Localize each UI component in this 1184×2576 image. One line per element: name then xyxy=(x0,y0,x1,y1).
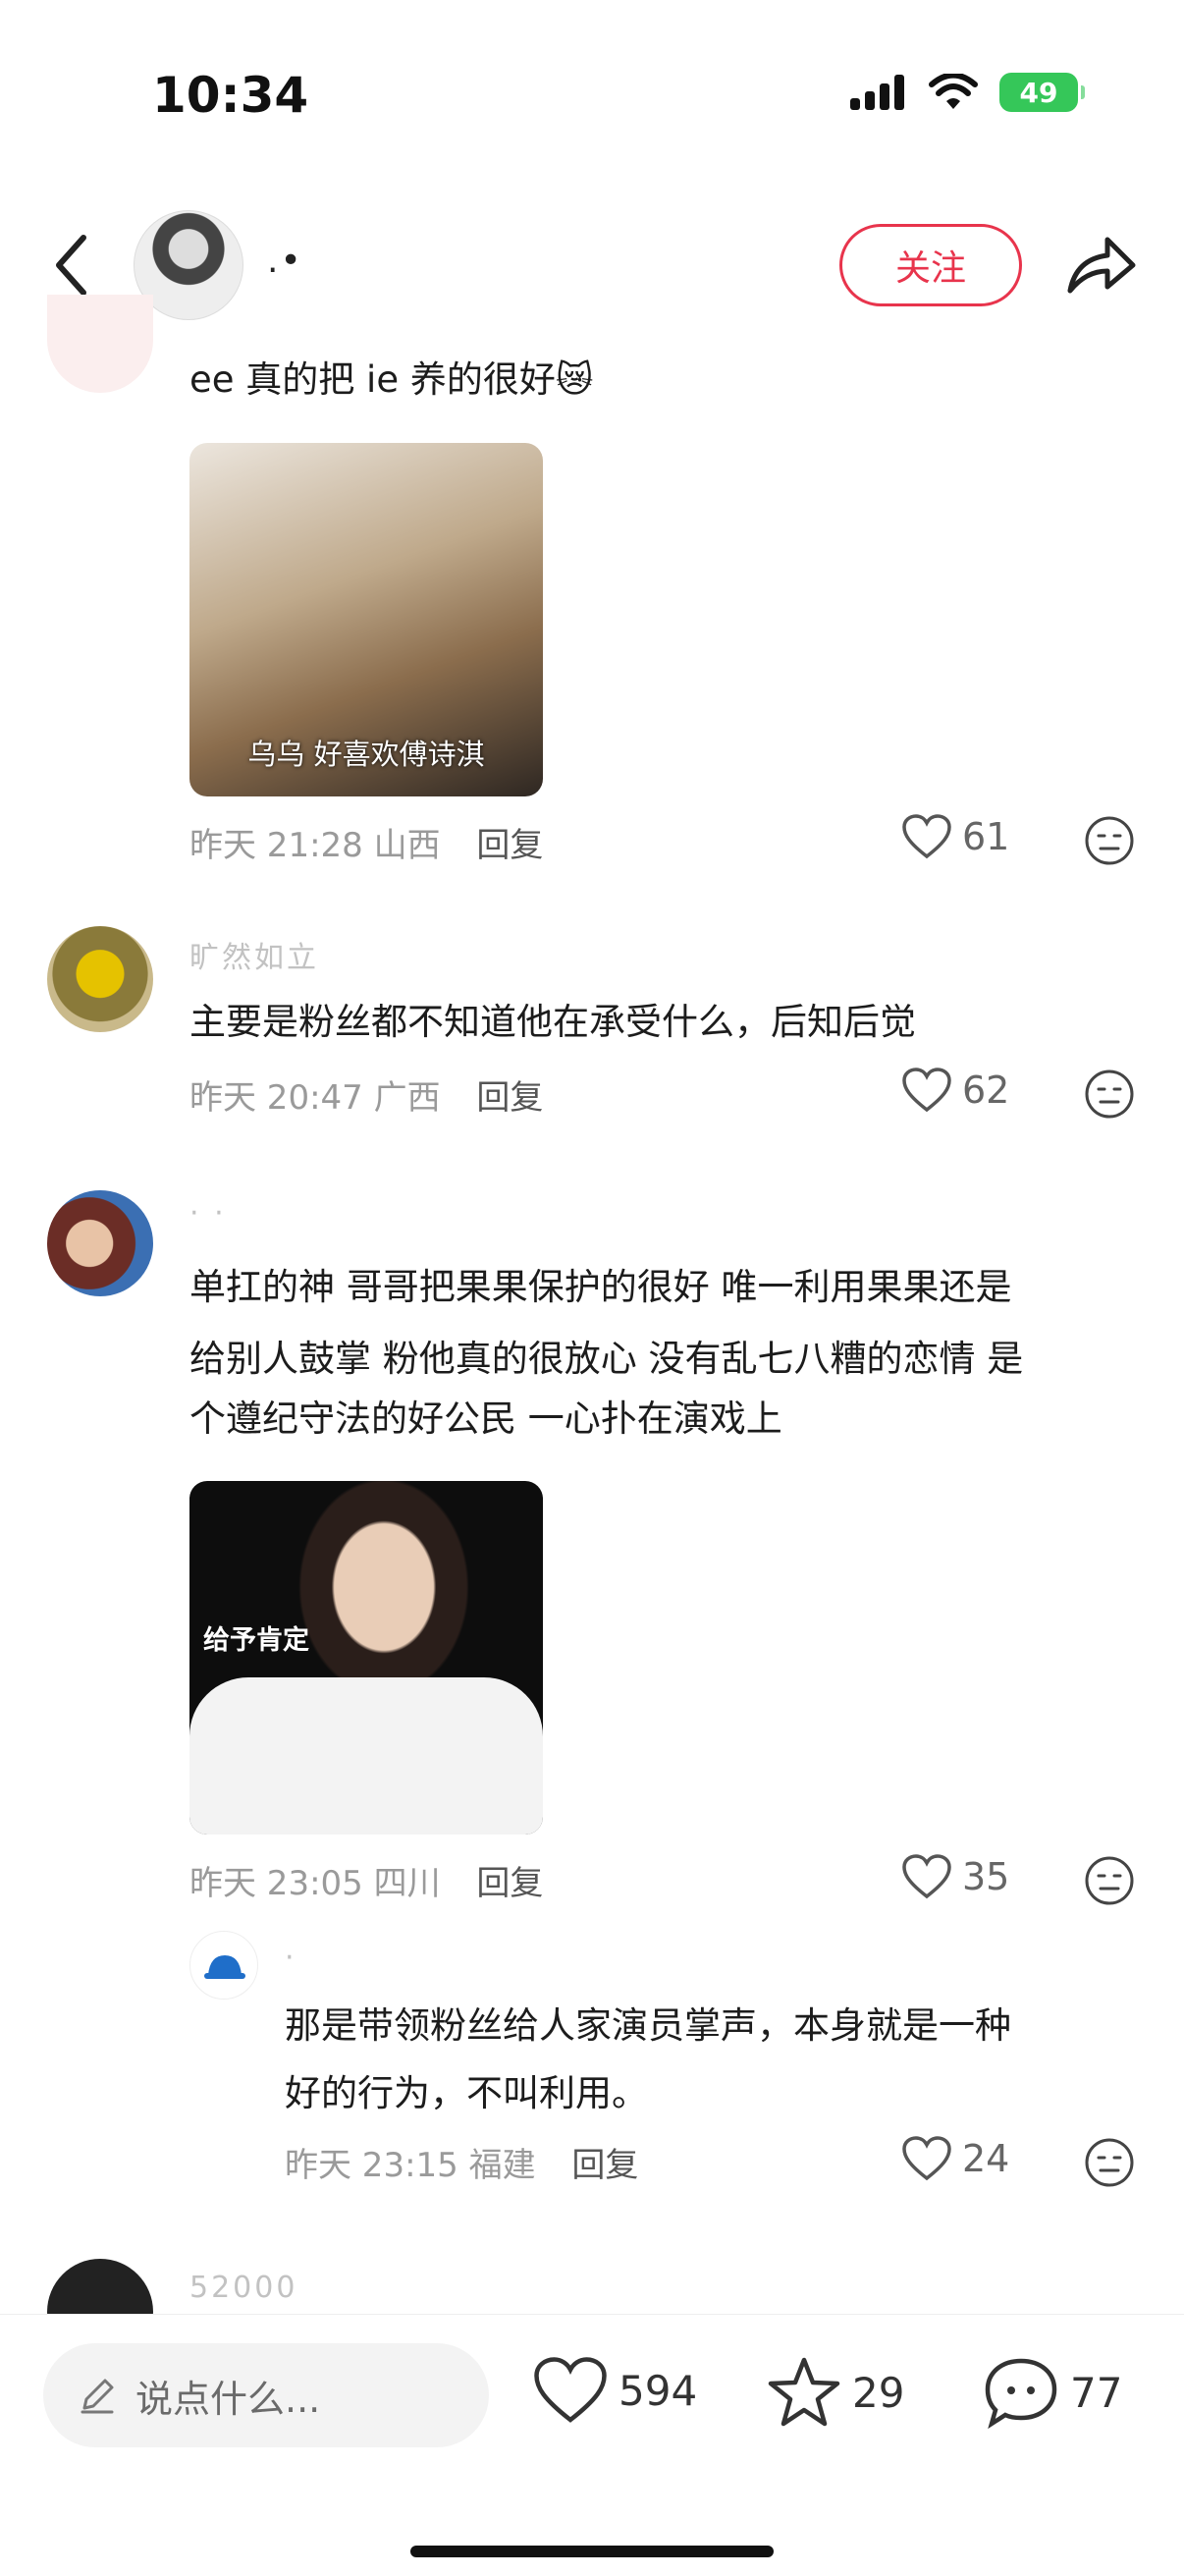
battery-level: 49 xyxy=(1019,76,1058,109)
comment-text-line: 个遵纪守法的好公民 一心扑在演戏上 xyxy=(189,1398,782,1440)
comment-text: ee 真的把 ie 养的很好😿 xyxy=(189,358,594,401)
comment-placeholder: 说点什么... xyxy=(135,2377,321,2421)
comment-meta: 昨天 23:15 福建 回复 xyxy=(285,2138,638,2186)
sticker-caption: 给予肯定 xyxy=(203,1625,309,1656)
sticker-image[interactable]: 给予肯定 xyxy=(189,1481,543,1835)
like-count: 35 xyxy=(962,1855,1010,1898)
like-button[interactable]: 35 xyxy=(901,1853,1009,1900)
comments-button[interactable]: 77 xyxy=(982,2355,1122,2430)
comment-time: 昨天 23:15 xyxy=(285,2146,458,2185)
reply-button[interactable]: 回复 xyxy=(476,1078,543,1118)
reply-button[interactable]: 回复 xyxy=(476,826,543,865)
follow-button[interactable]: 关注 xyxy=(839,224,1022,306)
comment-text: 主要是粉丝都不知道他在承受什么，后知后觉 xyxy=(189,1001,916,1043)
like-button[interactable]: 61 xyxy=(901,813,1009,860)
heart-icon xyxy=(902,814,951,859)
hat-icon xyxy=(204,1955,245,1979)
like-button[interactable]: 62 xyxy=(901,1067,1009,1114)
comment-meta: 昨天 21:28 山西 回复 xyxy=(189,818,543,866)
comment-time: 昨天 23:05 xyxy=(189,1864,363,1903)
post-like-count: 594 xyxy=(619,2366,698,2415)
status-time: 10:34 xyxy=(152,67,309,124)
sticker-caption: 乌乌 好喜欢傅诗淇 xyxy=(247,738,485,771)
signal-icon xyxy=(850,75,904,110)
dislike-face-icon[interactable] xyxy=(1084,1855,1135,1906)
comment-text-line: 单扛的神 哥哥把果果保护的很好 唯一利用果果还是 xyxy=(189,1266,1012,1308)
like-count: 62 xyxy=(962,1069,1010,1112)
sticker-image[interactable]: 乌乌 好喜欢傅诗淇 xyxy=(189,443,543,796)
status-icons: 49 xyxy=(850,73,1085,112)
like-count: 61 xyxy=(962,815,1010,858)
comment-count: 77 xyxy=(1070,2368,1123,2417)
share-icon[interactable] xyxy=(1062,226,1141,304)
username[interactable]: 52000 xyxy=(189,2271,297,2305)
chat-bubble-icon xyxy=(985,2358,1057,2430)
comment-location: 广西 xyxy=(373,1078,441,1118)
avatar[interactable] xyxy=(189,1931,258,2000)
username[interactable]: · xyxy=(285,1941,297,1975)
heart-icon xyxy=(902,1068,951,1113)
avatar[interactable] xyxy=(47,295,153,393)
avatar[interactable] xyxy=(47,1190,153,1296)
username[interactable]: · · xyxy=(189,1196,227,1231)
favorite-count: 29 xyxy=(852,2368,905,2417)
dislike-face-icon[interactable] xyxy=(1084,2137,1135,2188)
comment-meta: 昨天 23:05 四川 回复 xyxy=(189,1856,543,1904)
heart-icon xyxy=(534,2357,607,2423)
username[interactable]: 旷然如立 xyxy=(189,933,319,976)
post-like-button[interactable]: 594 xyxy=(532,2355,697,2426)
like-count: 24 xyxy=(962,2137,1010,2180)
comment-meta: 昨天 20:47 广西 回复 xyxy=(189,1070,543,1119)
heart-icon xyxy=(902,2136,951,2181)
back-icon[interactable] xyxy=(39,226,108,304)
wifi-icon xyxy=(929,74,978,109)
comment-time: 昨天 21:28 xyxy=(189,826,363,865)
comment-location: 山西 xyxy=(373,826,441,865)
battery-icon: 49 xyxy=(999,73,1085,112)
author-name[interactable]: .• xyxy=(267,241,303,281)
comment-location: 福建 xyxy=(468,2146,536,2185)
dislike-face-icon[interactable] xyxy=(1084,1069,1135,1120)
comment-text-line: 给别人鼓掌 粉他真的很放心 没有乱七八糟的恋情 是 xyxy=(189,1338,1024,1380)
comment-text-line: 那是带领粉丝给人家演员掌声，本身就是一种 xyxy=(285,2004,1011,2047)
home-indicator xyxy=(410,2546,774,2557)
dislike-face-icon[interactable] xyxy=(1084,815,1135,866)
heart-icon xyxy=(902,1854,951,1899)
comment-time: 昨天 20:47 xyxy=(189,1078,363,1118)
comment-input[interactable]: 说点什么... xyxy=(43,2343,489,2447)
comment-text-line: 好的行为，不叫利用。 xyxy=(285,2072,648,2114)
avatar[interactable] xyxy=(47,926,153,1032)
reply-button[interactable]: 回复 xyxy=(571,2146,638,2185)
star-icon xyxy=(768,2357,840,2427)
pencil-icon xyxy=(81,2379,114,2414)
favorite-button[interactable]: 29 xyxy=(766,2355,904,2430)
comment-location: 四川 xyxy=(373,1864,441,1903)
like-button[interactable]: 24 xyxy=(901,2135,1009,2182)
reply-button[interactable]: 回复 xyxy=(476,1864,543,1903)
